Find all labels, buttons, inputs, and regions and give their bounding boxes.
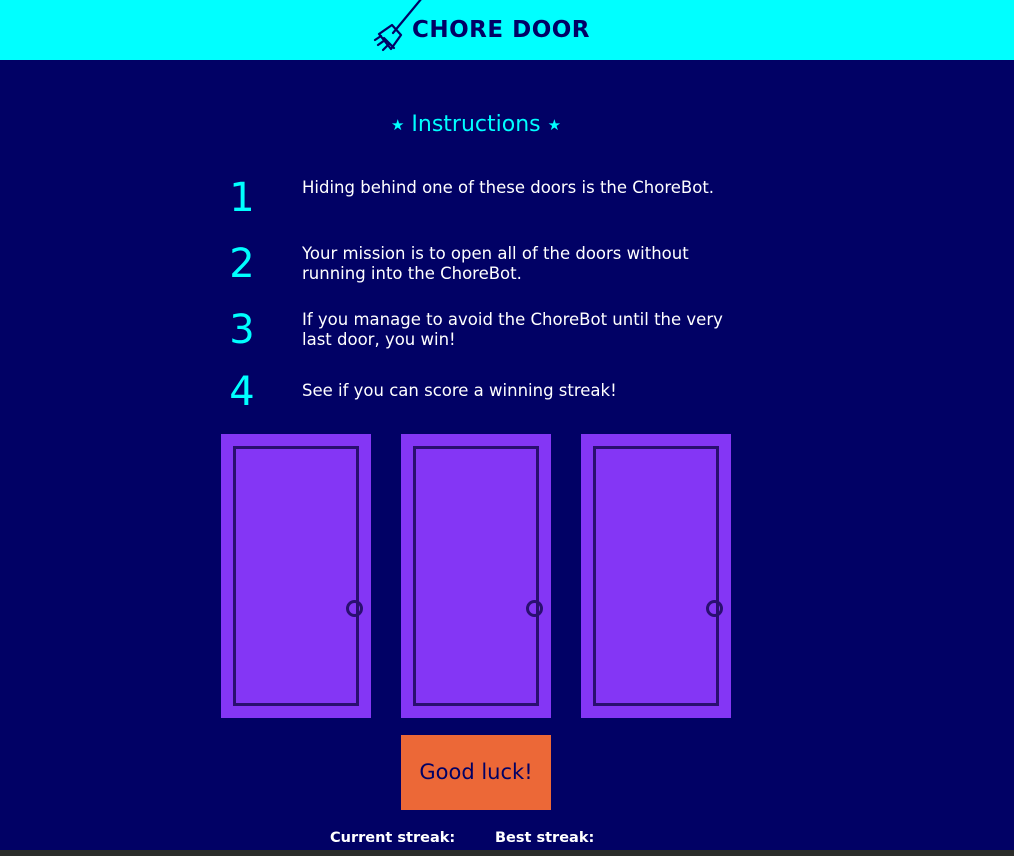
step-number: 4 — [229, 369, 255, 415]
header-bar: CHORE DOOR — [0, 0, 1014, 60]
step-text: If you manage to avoid the ChoreBot unti… — [302, 310, 723, 349]
door-row — [221, 434, 731, 718]
step-number: 2 — [229, 241, 255, 287]
instructions-title: Instructions — [411, 112, 541, 137]
step-text: Hiding behind one of these doors is the … — [302, 178, 715, 197]
current-streak-label: Current streak: — [330, 830, 456, 846]
star-icon: ★ — [547, 116, 562, 134]
step-text: Your mission is to open all of the doors… — [302, 244, 689, 283]
start-button[interactable]: Good luck! — [401, 735, 551, 810]
closed-door-icon — [233, 446, 363, 706]
door-1[interactable] — [221, 434, 371, 718]
door-knob-icon — [526, 600, 543, 617]
door-3[interactable] — [581, 434, 731, 718]
step-text: See if you can score a winning streak! — [302, 381, 617, 400]
best-streak-label: Best streak: — [495, 830, 595, 846]
star-icon: ★ — [390, 116, 405, 134]
game-page: CHORE DOOR ★ Instructions ★ 1 Hiding beh… — [0, 0, 1014, 856]
closed-door-icon — [413, 446, 543, 706]
door-knob-icon — [706, 600, 723, 617]
step-number: 1 — [229, 175, 255, 221]
step-number: 3 — [229, 307, 255, 353]
closed-door-icon — [593, 446, 723, 706]
bottom-edge — [0, 850, 1014, 856]
app-title: CHORE DOOR — [412, 17, 591, 43]
instructions-heading: ★ Instructions ★ — [0, 109, 952, 141]
door-2[interactable] — [401, 434, 551, 718]
door-knob-icon — [346, 600, 363, 617]
